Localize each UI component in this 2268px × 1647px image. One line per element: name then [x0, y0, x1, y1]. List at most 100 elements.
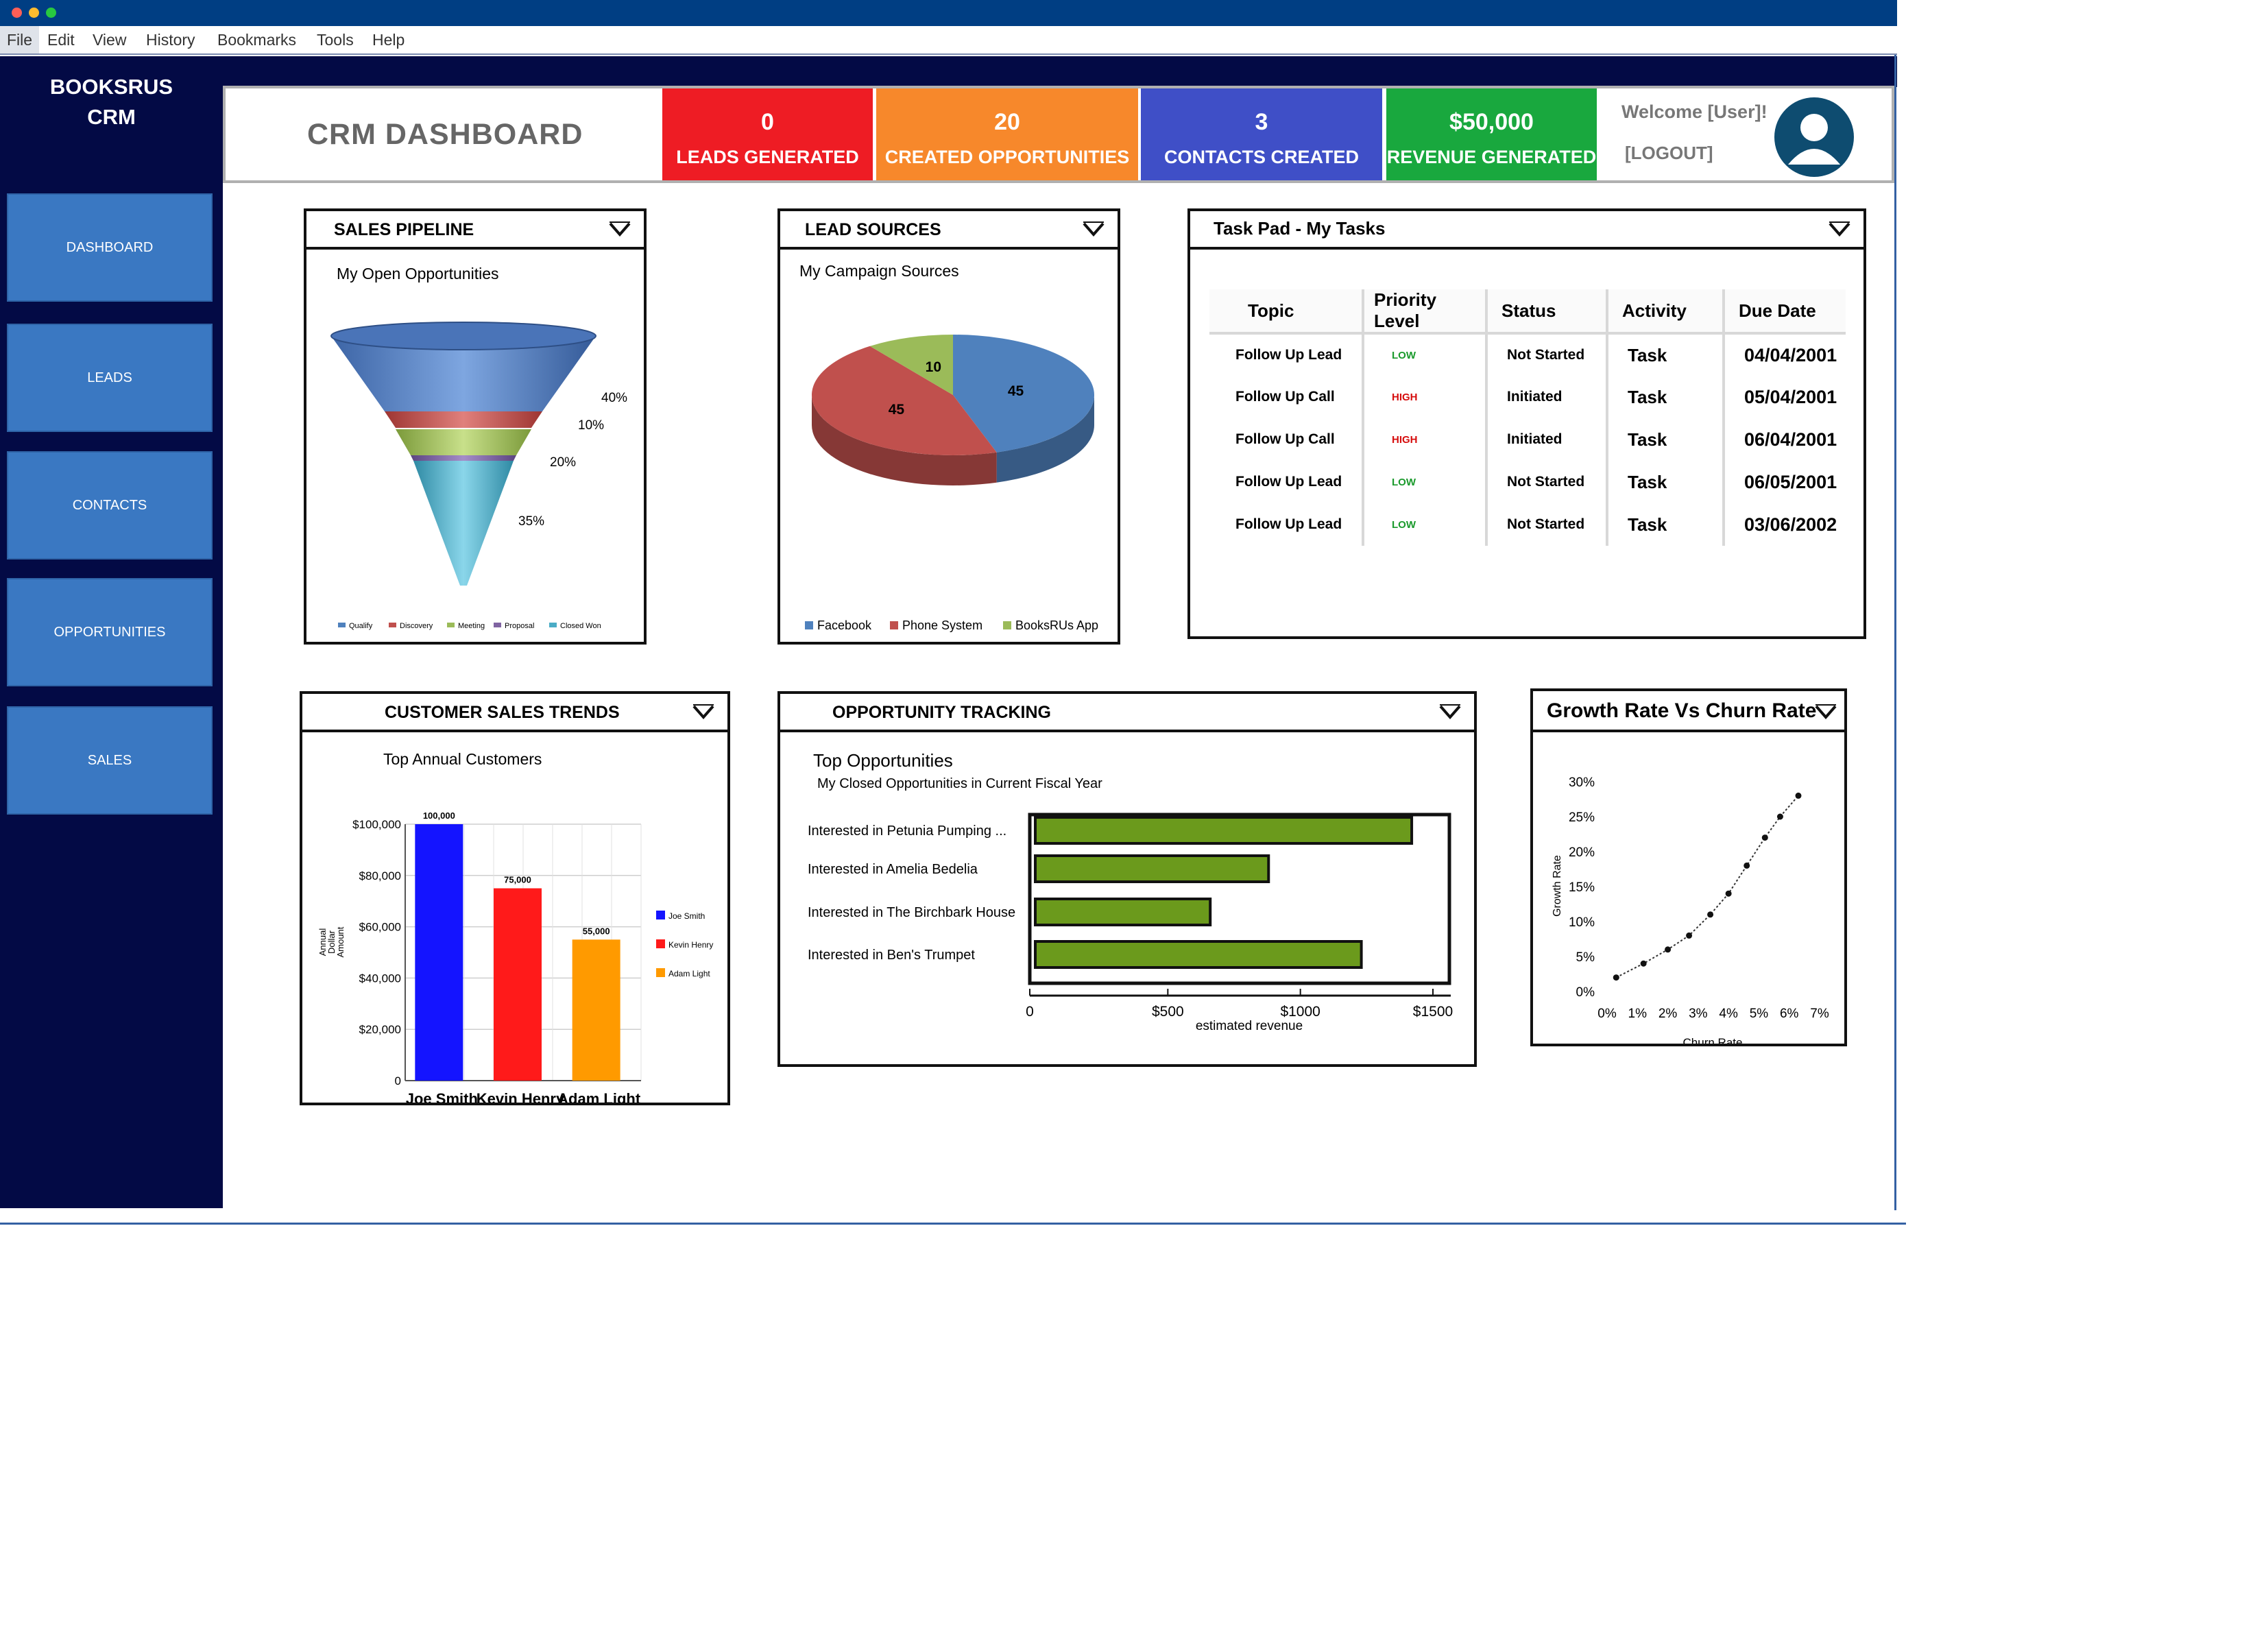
data-point[interactable]	[1613, 974, 1619, 981]
task-due-date: 04/04/2001	[1744, 344, 1837, 365]
table-row[interactable]: Follow Up Call HIGH Initiated Task 06/04…	[1209, 418, 1846, 461]
task-due-date: 06/04/2001	[1744, 429, 1837, 450]
chevron-down-icon[interactable]	[1814, 704, 1837, 720]
avatar[interactable]	[1774, 97, 1854, 177]
menu-history[interactable]: History	[139, 26, 202, 53]
column-header-status[interactable]: Status	[1486, 289, 1608, 335]
kpi-label: REVENUE GENERATED	[1386, 147, 1597, 167]
bar-data-label: 100,000	[423, 810, 455, 821]
menu-tools[interactable]: Tools	[310, 26, 361, 53]
funnel-label: 35%	[518, 514, 544, 529]
x-tick-label: 0%	[1597, 1007, 1617, 1021]
menu-view[interactable]: View	[86, 26, 133, 53]
bar[interactable]	[1034, 940, 1363, 969]
panel-header: SALES PIPELINE	[306, 211, 644, 250]
chevron-down-icon[interactable]	[692, 704, 715, 720]
task-due-date: 05/04/2001	[1744, 386, 1837, 407]
x-tick-label: 0	[1026, 1004, 1034, 1020]
data-point[interactable]	[1795, 792, 1802, 799]
task-topic: Follow Up Lead	[1209, 461, 1364, 503]
chevron-down-icon[interactable]	[1082, 221, 1105, 237]
column-header-activity[interactable]: Activity	[1607, 289, 1725, 335]
sidebar-item-dashboard[interactable]: DASHBOARD	[7, 193, 213, 302]
table-row[interactable]: Follow Up Lead LOW Not Started Task 06/0…	[1209, 461, 1846, 503]
column-header-topic[interactable]: Topic	[1209, 289, 1364, 335]
data-point[interactable]	[1665, 946, 1672, 953]
tasks-table: Topic Priority Level Status Activity Due…	[1209, 289, 1846, 546]
legend-label: BooksRUs App	[1015, 618, 1098, 632]
sidebar-item-contacts[interactable]: CONTACTS	[7, 451, 213, 560]
bar[interactable]	[1034, 898, 1212, 926]
panel-header: CUSTOMER SALES TRENDS	[302, 694, 727, 732]
task-due-date: 06/05/2001	[1744, 471, 1837, 492]
panel-header: OPPORTUNITY TRACKING	[780, 694, 1474, 732]
y-tick-label: Interested in Petunia Pumping ...	[808, 824, 1006, 839]
brand-line-2: CRM	[87, 105, 136, 129]
x-axis-label: Churn Rate	[1683, 1036, 1743, 1044]
panel-title: Task Pad - My Tasks	[1214, 218, 1386, 239]
sidebar-item-opportunities[interactable]: OPPORTUNITIES	[7, 578, 213, 686]
data-point[interactable]	[1725, 890, 1732, 897]
task-topic: Follow Up Lead	[1209, 333, 1364, 376]
menu-file[interactable]: File	[0, 26, 40, 53]
column-header-priority[interactable]: Priority Level	[1363, 289, 1488, 335]
trend-line	[1615, 795, 1799, 978]
sidebar-item-sales[interactable]: SALES	[7, 706, 213, 815]
close-window-button[interactable]	[12, 8, 22, 18]
data-point[interactable]	[1761, 834, 1768, 841]
welcome-text: Welcome [User]!	[1621, 101, 1768, 122]
task-status: Not Started	[1486, 461, 1608, 503]
y-tick-label: $80,000	[359, 869, 401, 882]
chevron-down-icon[interactable]	[608, 221, 631, 237]
sidebar-item-leads[interactable]: LEADS	[7, 324, 213, 432]
bar[interactable]	[494, 888, 542, 1081]
opportunity-tracking-panel: OPPORTUNITY TRACKING Top Opportunities M…	[777, 691, 1477, 1067]
table-row[interactable]: Follow Up Lead LOW Not Started Task 04/0…	[1209, 333, 1846, 376]
legend-swatch	[494, 623, 501, 627]
data-point[interactable]	[1707, 911, 1714, 918]
funnel-stage-closed-won	[413, 461, 514, 586]
legend-swatch	[656, 911, 665, 919]
panel-header: Task Pad - My Tasks	[1190, 211, 1863, 250]
task-priority: HIGH	[1363, 376, 1488, 418]
data-point[interactable]	[1640, 960, 1647, 967]
minimize-window-button[interactable]	[29, 8, 39, 18]
bar[interactable]	[572, 939, 620, 1081]
logout-link[interactable]: [LOGOUT]	[1625, 143, 1713, 164]
menu-edit[interactable]: Edit	[40, 26, 82, 53]
pie-chart: 45 45 10 Facebook Phone System BooksRUs Ap…	[805, 335, 1098, 632]
menu-bookmarks[interactable]: Bookmarks	[210, 26, 303, 53]
bar-data-label: 55,000	[583, 926, 610, 936]
bar[interactable]	[1034, 854, 1270, 883]
menu-help[interactable]: Help	[365, 26, 411, 53]
chevron-down-icon[interactable]	[1438, 704, 1462, 720]
task-activity: Task	[1607, 418, 1725, 461]
user-avatar-icon	[1788, 114, 1840, 165]
data-point[interactable]	[1776, 813, 1783, 820]
table-header-row: Topic Priority Level Status Activity Due…	[1209, 289, 1846, 335]
panel-subtitle: Top Opportunities	[813, 750, 953, 771]
bar[interactable]	[1034, 816, 1414, 845]
table-row[interactable]: Follow Up Lead LOW Not Started Task 03/0…	[1209, 503, 1846, 546]
maximize-window-button[interactable]	[46, 8, 56, 18]
data-point[interactable]	[1686, 932, 1693, 939]
column-header-due-date[interactable]: Due Date	[1724, 289, 1846, 335]
chevron-down-icon[interactable]	[1828, 221, 1851, 237]
kpi-revenue-generated[interactable]: $50,000 REVENUE GENERATED	[1386, 88, 1597, 180]
task-topic: Follow Up Lead	[1209, 503, 1364, 546]
legend-swatch	[1003, 621, 1011, 629]
data-point[interactable]	[1744, 862, 1750, 869]
pie-data-label: 10	[926, 359, 941, 375]
y-tick-label: 20%	[1569, 845, 1595, 860]
menu-bar: File Edit View History Bookmarks Tools H…	[0, 26, 1897, 55]
panel-subtitle: Top Annual Customers	[383, 750, 542, 768]
kpi-contacts-created[interactable]: 3 CONTACTS CREATED	[1141, 88, 1382, 180]
kpi-created-opportunities[interactable]: 20 CREATED OPPORTUNITIES	[876, 88, 1138, 180]
legend-label: Facebook	[817, 618, 872, 632]
bar[interactable]	[415, 824, 463, 1081]
kpi-leads-generated[interactable]: 0 LEADS GENERATED	[662, 88, 873, 180]
table-row[interactable]: Follow Up Call HIGH Initiated Task 05/04…	[1209, 376, 1846, 418]
pie-data-label: 45	[1008, 383, 1024, 399]
growth-scatter-chart: 0% 5% 10% 15% 20% 25% 30% 0% 1% 2% 3% 4% 5% 6% 7% Growt…	[1552, 776, 1829, 1044]
x-tick-label: 6%	[1780, 1007, 1799, 1021]
